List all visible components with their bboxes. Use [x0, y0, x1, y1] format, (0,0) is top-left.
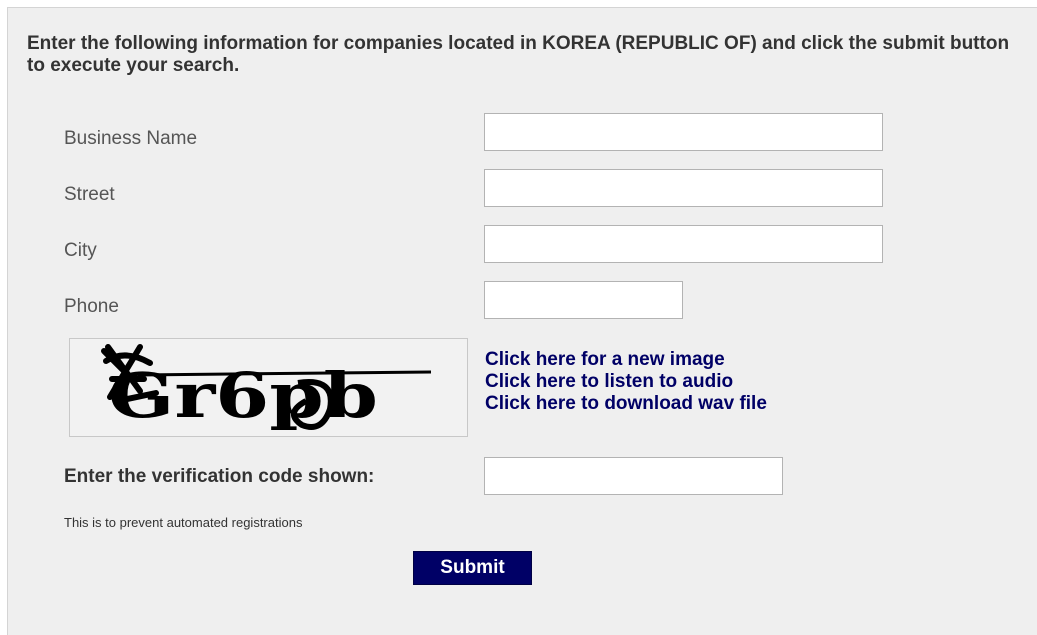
business-name-label: Business Name: [64, 128, 198, 149]
search-form-panel: Enter the following information for comp…: [7, 7, 1037, 635]
captcha-graphic: Gr6pb: [101, 344, 432, 432]
captcha-image: Gr6pb: [69, 338, 468, 437]
city-input[interactable]: [484, 225, 883, 263]
street-label: Street: [64, 184, 115, 205]
verification-hint: This is to prevent automated registratio…: [64, 515, 303, 530]
captcha-links: Click here for a new image Click here to…: [485, 349, 767, 415]
business-name-input[interactable]: [484, 113, 883, 151]
phone-label: Phone: [64, 296, 119, 317]
instructions-text: Enter the following information for comp…: [27, 33, 1010, 76]
city-label: City: [64, 240, 97, 261]
phone-input[interactable]: [484, 281, 683, 319]
download-wav-link[interactable]: Click here to download wav file: [485, 393, 767, 415]
verification-code-label: Enter the verification code shown:: [64, 466, 375, 487]
listen-audio-link[interactable]: Click here to listen to audio: [485, 371, 767, 393]
submit-button[interactable]: Submit: [413, 551, 532, 585]
street-input[interactable]: [484, 169, 883, 207]
new-image-link[interactable]: Click here for a new image: [485, 349, 767, 371]
verification-code-input[interactable]: [484, 457, 783, 495]
